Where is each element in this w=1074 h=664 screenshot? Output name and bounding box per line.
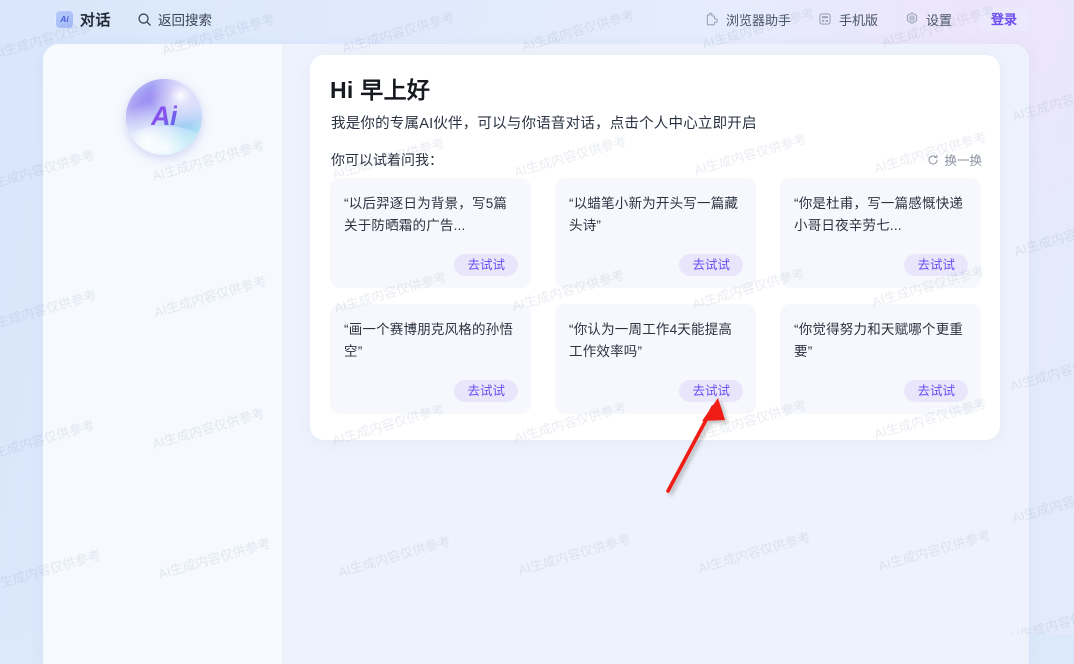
welcome-card: Hi 早上好 我是你的专属AI伙伴，可以与你语音对话，点击个人中心立即开启 你可… (310, 55, 1000, 440)
suggestion-grid: “以后羿逐日为背景，写5篇关于防晒霜的广告... 去试试 “以蜡笔小新为开头写一… (330, 178, 981, 414)
suggestion-text: “你认为一周工作4天能提高工作效率吗” (569, 322, 733, 359)
ai-logo-icon: Ai (55, 9, 74, 29)
suggestion-card-1[interactable]: “以后羿逐日为背景，写5篇关于防晒霜的广告... 去试试 (330, 178, 531, 288)
settings-label: 设置 (925, 12, 952, 28)
suggestion-card-3[interactable]: “你是杜甫，写一篇感慨快递小哥日夜辛劳七... 去试试 (780, 178, 981, 288)
suggestion-card-5[interactable]: “你认为一周工作4天能提高工作效率吗” 去试试 (555, 304, 756, 414)
avatar-label: Ai (151, 100, 178, 131)
mobile-device-icon (817, 11, 833, 27)
refresh-icon (927, 154, 939, 166)
suggestion-text: “以蜡笔小新为开头写一篇藏头诗” (569, 196, 739, 233)
suggestion-text: “你是杜甫，写一篇感慨快递小哥日夜辛劳七... (794, 196, 964, 233)
try-it-button[interactable]: 去试试 (454, 379, 518, 402)
try-asking-label: 你可以试着问我： (331, 152, 443, 168)
avatar-sphere: Ai (126, 79, 202, 155)
brand-label: 对话 (80, 11, 112, 29)
header-left-group: Ai 对话 返回搜索 (55, 6, 212, 32)
browser-assistant-label: 浏览器助手 (725, 12, 791, 28)
suggestion-card-6[interactable]: “你觉得努力和天赋哪个更重要” 去试试 (780, 304, 981, 414)
suggestion-text: “画一个赛博朋克风格的孙悟空” (344, 322, 514, 359)
header-right-group: 浏览器助手 手机版 设置 登录 (704, 6, 1030, 32)
back-to-search-label: 返回搜索 (158, 13, 213, 28)
try-it-button[interactable]: 去试试 (679, 379, 743, 402)
try-it-button[interactable]: 去试试 (679, 253, 743, 276)
settings-button[interactable]: 设置 (904, 6, 952, 32)
suggestion-text: “以后羿逐日为背景，写5篇关于防晒霜的广告... (344, 196, 508, 233)
login-button[interactable]: 登录 (977, 7, 1030, 31)
top-header-bar: Ai 对话 返回搜索 浏览器助手 手机版 设置 登录 (0, 0, 1074, 38)
browser-assistant-button[interactable]: 浏览器助手 (704, 6, 791, 32)
suggestion-card-4[interactable]: “画一个赛博朋克风格的孙悟空” 去试试 (330, 304, 531, 414)
search-icon (137, 12, 152, 27)
suggestion-card-2[interactable]: “以蜡笔小新为开头写一篇藏头诗” 去试试 (555, 178, 756, 288)
puzzle-piece-icon (704, 11, 720, 27)
mobile-version-label: 手机版 (838, 12, 878, 28)
refresh-suggestions-button[interactable]: 换一换 (927, 150, 982, 169)
try-it-button[interactable]: 去试试 (904, 379, 968, 402)
mobile-version-button[interactable]: 手机版 (817, 6, 878, 32)
gear-icon (904, 11, 920, 27)
back-to-search-button[interactable]: 返回搜索 (137, 6, 212, 32)
welcome-subtitle: 我是你的专属AI伙伴，可以与你语音对话，点击个人中心立即开启 (331, 116, 757, 132)
brand-chat-item[interactable]: Ai 对话 (55, 6, 111, 32)
greeting-title: Hi 早上好 (330, 77, 431, 103)
try-it-button[interactable]: 去试试 (454, 253, 518, 276)
try-it-button[interactable]: 去试试 (904, 253, 968, 276)
suggestion-text: “你觉得努力和天赋哪个更重要” (794, 322, 964, 359)
ai-assistant-avatar[interactable]: Ai (126, 79, 202, 155)
refresh-label: 换一换 (944, 154, 982, 168)
